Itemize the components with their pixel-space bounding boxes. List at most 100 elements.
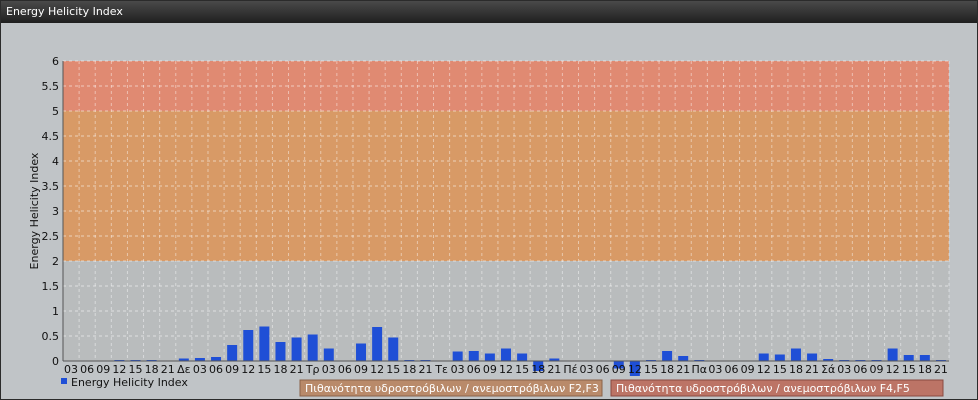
x-tick-37: 18 [660,363,674,376]
x-tick-51: 12 [886,363,900,376]
bar-26 [484,353,495,361]
legend-label-ehi: Energy Helicity Index [71,376,188,389]
x-tick-10: 09 [225,363,239,376]
bar-16 [323,348,334,361]
x-tick-21: 18 [402,363,416,376]
y-tick-labels: 0 0.5 1 1.5 2 2.5 3 3.5 4 4.5 5 5.5 6 [42,55,60,368]
x-tick-48: 03 [837,363,851,376]
x-tick-26: 09 [483,363,497,376]
x-tick-41: 06 [725,363,739,376]
window-title: Energy Helicity Index [1,1,977,23]
x-tick-30: 21 [547,363,561,376]
x-tick-19: 12 [370,363,384,376]
y-tick-4: 2 [52,255,59,268]
bar-10 [227,345,238,361]
x-tick-17: 06 [338,363,352,376]
bar-38 [678,356,689,361]
bar-44 [774,354,785,361]
x-tick-7: Δε [177,363,191,376]
x-tick-49: 06 [853,363,867,376]
legend-band-f4f5-label: Πιθανότητα υδροστρόβιλων / ανεμοστρόβιλω… [616,382,910,395]
legend: Energy Helicity Index Πιθανότητα υδροστρ… [61,376,944,397]
y-tick-6: 3 [52,205,59,218]
bar-25 [468,351,479,361]
x-tick-50: 09 [870,363,884,376]
x-tick-45: 18 [789,363,803,376]
y-tick-1: 0.5 [42,330,60,343]
bar-13 [275,342,286,361]
x-tick-33: 06 [596,363,610,376]
y-tick-2: 1 [52,305,59,318]
y-tick-12: 6 [52,55,59,68]
bar-37 [662,351,673,361]
x-tick-42: 09 [741,363,755,376]
x-tick-labels: 03 06 09 12 15 18 21 Δε 03 06 09 12 15 18 21 Τρ 03 06 09 12… [64,363,948,376]
x-tick-25: 06 [467,363,481,376]
y-tick-11: 5.5 [42,80,60,93]
x-tick-20: 15 [386,363,400,376]
bar-9 [211,357,222,361]
x-tick-46: 21 [805,363,819,376]
bar-27 [501,348,511,361]
bar-14 [291,337,302,361]
legend-band-f2f3-label: Πιθανότητα υδροστρόβιλων / ανεμοστρόβιλω… [305,382,599,395]
x-tick-28: 15 [515,363,529,376]
y-tick-10: 5 [52,105,59,118]
bar-45 [790,348,801,361]
y-axis-label: Energy Helicity Index [28,152,41,269]
x-tick-22: 21 [418,363,432,376]
x-tick-0: 03 [64,363,78,376]
x-tick-34: 09 [612,363,626,376]
y-tick-5: 2.5 [42,230,60,243]
x-tick-38: 21 [676,363,690,376]
x-tick-6: 21 [161,363,175,376]
bar-15 [307,334,318,361]
bar-12 [259,326,270,361]
x-tick-2: 09 [96,363,110,376]
x-tick-40: 03 [708,363,722,376]
x-tick-14: 21 [290,363,304,376]
bar-43 [758,353,769,361]
bar-51 [887,348,898,361]
x-tick-32: 03 [580,363,594,376]
x-tick-12: 15 [257,363,271,376]
x-tick-52: 15 [902,363,916,376]
x-tick-27: 12 [499,363,513,376]
x-tick-3: 12 [112,363,126,376]
y-tick-3: 1.5 [42,280,60,293]
y-tick-0: 0 [52,355,59,368]
bar-53 [919,355,930,361]
x-tick-36: 15 [644,363,658,376]
legend-swatch-ehi [61,378,67,384]
x-tick-8: 03 [193,363,207,376]
x-tick-9: 06 [209,363,223,376]
x-tick-53: 18 [918,363,932,376]
x-tick-11: 12 [241,363,255,376]
x-tick-47: Σά [821,363,835,376]
x-tick-43: 12 [757,363,771,376]
x-tick-5: 18 [145,363,159,376]
x-tick-39: Πα [692,363,708,376]
x-tick-24: 03 [451,363,465,376]
x-tick-29: 18 [531,363,545,376]
bar-24 [452,351,463,361]
bar-19 [372,327,383,361]
x-tick-23: Τε [434,363,448,376]
x-tick-13: 18 [273,363,287,376]
x-tick-31: Πέ [563,363,577,376]
bar-28 [517,353,528,361]
x-tick-15: Τρ [305,363,320,376]
y-tick-9: 4.5 [42,130,60,143]
bar-20 [388,337,399,361]
x-tick-35: 12 [628,363,642,376]
y-tick-7: 3.5 [42,180,60,193]
bar-46 [807,353,818,361]
x-tick-4: 15 [128,363,142,376]
energy-helicity-chart: 00.511.522.533.544.555.56 03 06 09 12 15 18 21… [28,55,950,397]
x-tick-1: 06 [80,363,94,376]
bar-18 [356,343,367,361]
x-tick-44: 15 [773,363,787,376]
bar-52 [903,355,914,361]
bar-11 [243,330,254,361]
x-tick-18: 09 [354,363,368,376]
